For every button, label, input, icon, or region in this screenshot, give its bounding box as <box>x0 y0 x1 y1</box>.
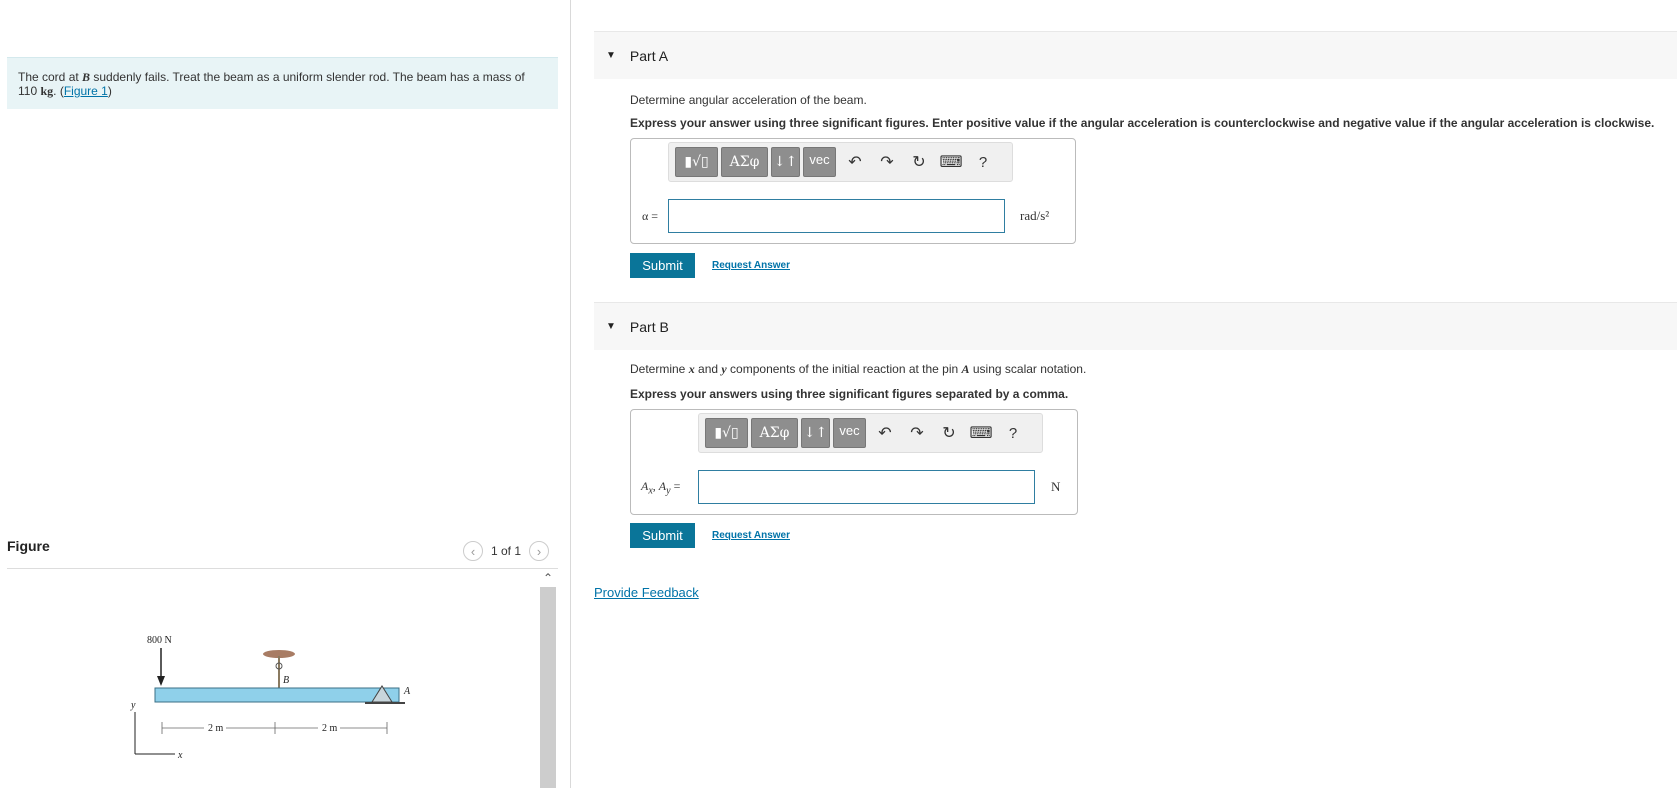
reset-icon[interactable]: ↻ <box>933 418 965 448</box>
part-a-input[interactable] <box>668 199 1005 233</box>
label-B: B <box>283 675 289 686</box>
provide-feedback-link[interactable]: Provide Feedback <box>594 585 699 600</box>
greek-button[interactable]: ΑΣφ <box>721 147 768 177</box>
chevron-right-icon[interactable]: › <box>529 541 550 561</box>
fraction-root-icon[interactable]: ▮√▯ <box>675 147 718 177</box>
arrows-button[interactable]: ↓↑ <box>771 147 800 177</box>
keyboard-icon[interactable]: ⌨ <box>935 147 967 177</box>
part-b-request-answer[interactable]: Request Answer <box>712 530 790 541</box>
left-panel: The cord at B suddenly fails. Treat the … <box>0 0 570 788</box>
figure-link[interactable]: Figure 1 <box>64 84 108 98</box>
part-b-express: Express your answers using three signifi… <box>630 387 1069 401</box>
part-a-title: Part A <box>629 47 669 64</box>
axis-y-label: y <box>130 700 136 711</box>
arrows-button[interactable]: ↓↑ <box>801 418 830 448</box>
figure-title: Figure <box>7 538 50 554</box>
caret-down-icon[interactable]: ▼ <box>606 321 616 332</box>
vec-button[interactable]: vec <box>803 147 836 177</box>
unit-kg: kg <box>40 84 54 98</box>
part-b-title: Part B <box>629 318 669 335</box>
part-a-unit: rad/s² <box>1020 208 1050 223</box>
keyboard-icon[interactable]: ⌨ <box>965 418 997 448</box>
chevron-up-icon[interactable]: ⌃ <box>540 571 556 585</box>
fraction-root-icon[interactable]: ▮√▯ <box>705 418 748 448</box>
dim1-label: 2 m <box>208 723 224 734</box>
axis-x-label: x <box>177 750 183 761</box>
part-b-label: Ax, Ay = <box>641 479 680 496</box>
reset-icon[interactable]: ↻ <box>903 147 935 177</box>
vec-button[interactable]: vec <box>833 418 866 448</box>
part-b-question: Determine x and y components of the init… <box>630 362 1087 376</box>
part-a-express: Express your answer using three signific… <box>630 116 1655 130</box>
part-a-question: Determine angular acceleration of the be… <box>630 93 867 107</box>
undo-icon[interactable]: ↶ <box>839 147 871 177</box>
part-a-header[interactable]: ▼ Part A <box>594 31 1677 79</box>
part-a-label: α = <box>642 209 659 223</box>
label-eq: = <box>670 479 681 493</box>
part-b-toolbar: ▮√▯ ΑΣφ ↓↑ vec ↶ ↷ ↻ ⌨ ? <box>698 413 1043 453</box>
var-A: A <box>961 362 970 376</box>
var-B: B <box>82 70 91 84</box>
figure-divider <box>7 568 558 569</box>
part-b-unit: N <box>1051 479 1061 494</box>
chevron-left-icon[interactable]: ‹ <box>463 541 483 561</box>
part-b-header[interactable]: ▼ Part B <box>594 302 1677 350</box>
part-a-toolbar: ▮√▯ ΑΣφ ↓↑ vec ↶ ↷ ↻ ⌨ ? <box>668 142 1013 182</box>
force-arrowhead <box>157 676 165 686</box>
help-button[interactable]: ? <box>967 147 999 177</box>
part-a-answer-box: ▮√▯ ΑΣφ ↓↑ vec ↶ ↷ ↻ ⌨ ? α = rad/s² <box>630 138 1076 244</box>
scrollbar[interactable] <box>540 587 556 788</box>
label-A: A <box>403 686 411 697</box>
beam-diagram: 800 N B A 2 m 2 m y x <box>130 635 411 761</box>
undo-icon[interactable]: ↶ <box>869 418 901 448</box>
problem-statement: The cord at B suddenly fails. Treat the … <box>7 57 558 109</box>
figure-pager: ‹ 1 of 1 › <box>463 541 550 561</box>
panel-divider <box>570 0 571 788</box>
beam <box>154 687 400 703</box>
part-b-answer-box: ▮√▯ ΑΣφ ↓↑ vec ↶ ↷ ↻ ⌨ ? Ax, Ay = N <box>630 409 1078 515</box>
part-b-submit-button[interactable]: Submit <box>630 523 695 548</box>
part-a-submit-button[interactable]: Submit <box>630 253 695 278</box>
redo-icon[interactable]: ↷ <box>901 418 933 448</box>
part-a-request-answer[interactable]: Request Answer <box>712 260 790 271</box>
redo-icon[interactable]: ↷ <box>871 147 903 177</box>
caret-down-icon[interactable]: ▼ <box>606 50 616 61</box>
greek-button[interactable]: ΑΣφ <box>751 418 798 448</box>
right-panel: ▼ Part A Determine angular acceleration … <box>594 0 1677 788</box>
force-label: 800 N <box>147 635 172 646</box>
help-button[interactable]: ? <box>997 418 1029 448</box>
dim2-label: 2 m <box>322 723 338 734</box>
pager-text: 1 of 1 <box>491 544 522 558</box>
part-b-input[interactable] <box>698 470 1035 504</box>
